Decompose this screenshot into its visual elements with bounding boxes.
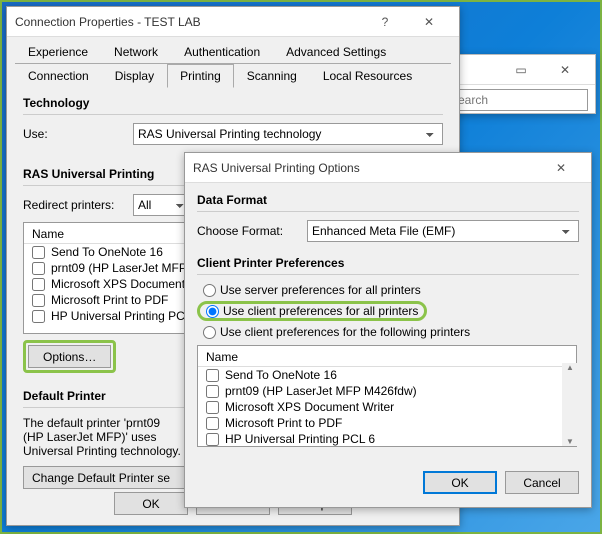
- search-input[interactable]: [453, 89, 588, 111]
- parent-close-icon[interactable]: ✕: [407, 8, 451, 36]
- tab-row-1: Experience Network Authentication Advanc…: [15, 40, 451, 64]
- printer-checkbox[interactable]: [32, 262, 45, 275]
- choose-format-label: Choose Format:: [197, 224, 297, 238]
- child-ok-button[interactable]: OK: [423, 471, 497, 494]
- tab-row-2: Connection Display Printing Scanning Loc…: [15, 63, 451, 88]
- choose-format-select[interactable]: Enhanced Meta File (EMF): [307, 220, 579, 242]
- radio-label: Use client preferences for all printers: [223, 304, 418, 318]
- child-cancel-button[interactable]: Cancel: [505, 471, 579, 494]
- default-printer-text: The default printer 'prnt09 (HP LaserJet…: [23, 416, 183, 458]
- scroll-down-icon: ▼: [566, 437, 574, 446]
- radio-client-following[interactable]: [203, 326, 216, 339]
- printer-checkbox[interactable]: [32, 294, 45, 307]
- printer-checkbox[interactable]: [206, 433, 219, 446]
- use-label: Use:: [23, 127, 123, 141]
- child-title: RAS Universal Printing Options: [193, 161, 539, 175]
- ras-printing-options-dialog: RAS Universal Printing Options ✕ Data Fo…: [184, 152, 592, 508]
- radio-server-prefs[interactable]: [203, 284, 216, 297]
- list-item: Send To OneNote 16: [198, 367, 576, 383]
- printer-checkbox[interactable]: [32, 278, 45, 291]
- use-select[interactable]: RAS Universal Printing technology: [133, 123, 443, 145]
- printer-checkbox[interactable]: [32, 310, 45, 323]
- child-list-header: Name: [198, 348, 576, 367]
- parent-title: Connection Properties - TEST LAB: [15, 15, 363, 29]
- change-default-printer-button[interactable]: Change Default Printer se: [23, 466, 203, 489]
- background-window: ▭ ✕: [444, 54, 596, 114]
- dataformat-heading: Data Format: [197, 193, 579, 212]
- parent-help-icon[interactable]: ?: [363, 8, 407, 36]
- list-item: Microsoft Print to PDF: [198, 415, 576, 431]
- client-prefs-heading: Client Printer Preferences: [197, 256, 579, 275]
- printer-checkbox[interactable]: [206, 401, 219, 414]
- radio-label: Use server preferences for all printers: [220, 283, 421, 297]
- technology-heading: Technology: [23, 96, 443, 115]
- list-item: Microsoft XPS Document Writer: [198, 399, 576, 415]
- redirect-label: Redirect printers:: [23, 198, 123, 212]
- tab-local-resources[interactable]: Local Resources: [310, 64, 425, 88]
- tab-experience[interactable]: Experience: [15, 40, 101, 64]
- radio-client-all[interactable]: [206, 305, 219, 318]
- scroll-up-icon: ▲: [566, 363, 574, 372]
- printer-checkbox[interactable]: [206, 385, 219, 398]
- tab-network[interactable]: Network: [101, 40, 171, 64]
- tab-scanning[interactable]: Scanning: [234, 64, 310, 88]
- printer-checkbox[interactable]: [206, 369, 219, 382]
- tab-advanced-settings[interactable]: Advanced Settings: [273, 40, 399, 64]
- tab-authentication[interactable]: Authentication: [171, 40, 273, 64]
- child-printer-list[interactable]: Name Send To OneNote 16 prnt09 (HP Laser…: [197, 345, 577, 447]
- radio-label: Use client preferences for the following…: [220, 325, 470, 339]
- list-item: HP Universal Printing PCL 6: [198, 431, 576, 447]
- bgwin-maximize-button[interactable]: ▭: [499, 56, 543, 84]
- options-button[interactable]: Options…: [28, 345, 111, 368]
- bgwin-close-button[interactable]: ✕: [543, 56, 587, 84]
- printer-checkbox[interactable]: [32, 246, 45, 259]
- scrollbar[interactable]: ▲▼: [562, 363, 578, 446]
- printer-checkbox[interactable]: [206, 417, 219, 430]
- tab-printing[interactable]: Printing: [167, 64, 234, 88]
- list-item: prnt09 (HP LaserJet MFP M426fdw): [198, 383, 576, 399]
- tab-display[interactable]: Display: [102, 64, 167, 88]
- child-close-icon[interactable]: ✕: [539, 154, 583, 182]
- parent-ok-button[interactable]: OK: [114, 492, 188, 515]
- tab-connection[interactable]: Connection: [15, 64, 102, 88]
